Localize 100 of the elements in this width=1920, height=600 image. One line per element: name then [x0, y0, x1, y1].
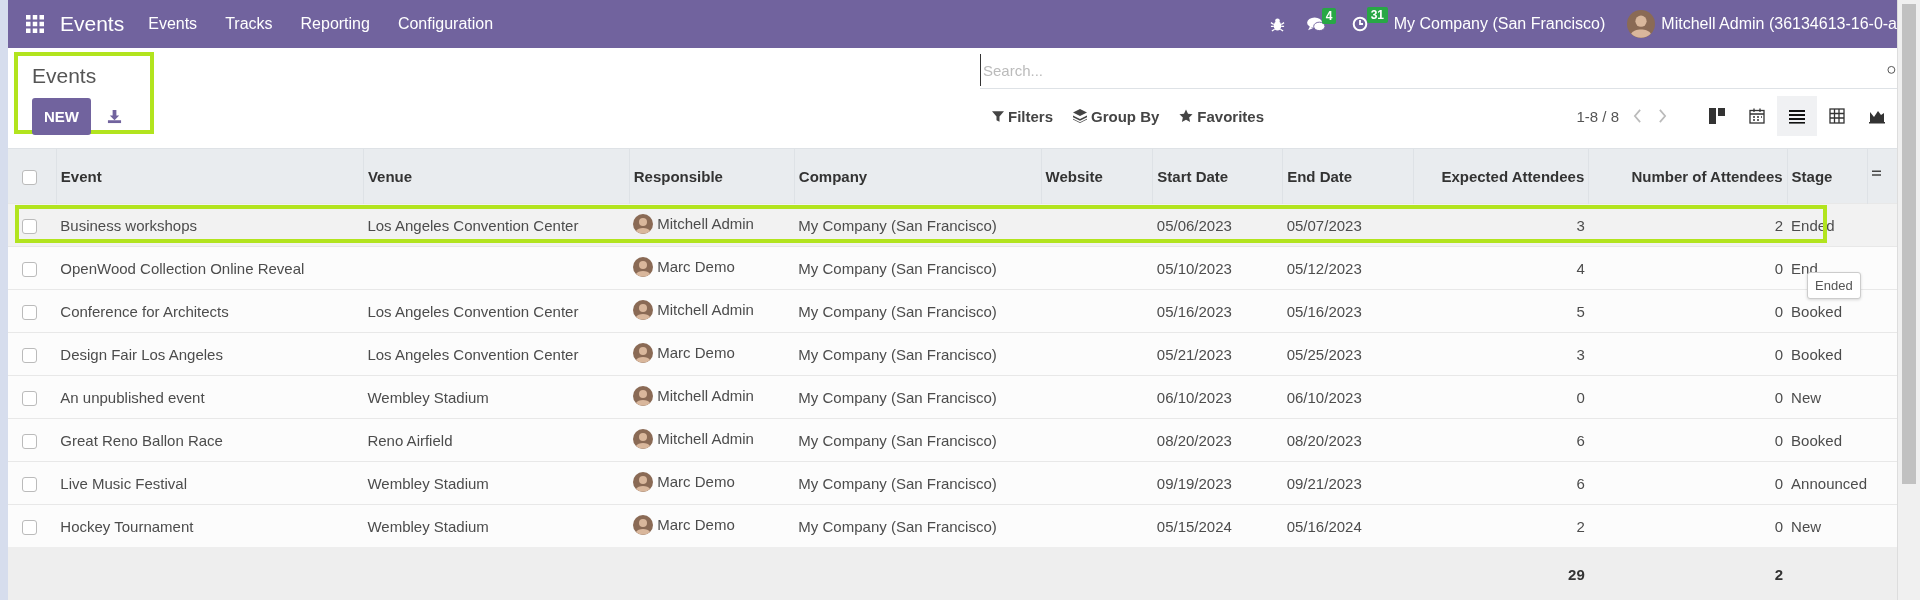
row-checkbox[interactable]: [22, 218, 37, 234]
row-checkbox[interactable]: [22, 261, 37, 277]
user-avatar: [633, 256, 654, 277]
table-row[interactable]: An unpublished event Wembley Stadium Mitchell Admin My Company (San Francisco) 06/10/2023 06/10/2023 0 0 New: [8, 375, 1906, 419]
row-checkbox[interactable]: [22, 433, 37, 449]
list-icon: [1789, 108, 1805, 124]
table-cell: 09/21/2023: [1286, 474, 1362, 492]
pager-value: 1-8 / 8: [1576, 107, 1619, 125]
column-header[interactable]: Stage: [1791, 167, 1833, 185]
menu-item[interactable]: Tracks: [225, 15, 273, 33]
table-cell: Mitchell Admin: [657, 430, 754, 447]
column-header[interactable]: Event: [60, 167, 102, 185]
table-cell: 05/06/2023: [1156, 216, 1232, 234]
table-cell: Los Angeles Convention Center: [367, 345, 579, 363]
table-cell: 06/10/2023: [1156, 388, 1232, 406]
bug-icon[interactable]: [1269, 16, 1285, 32]
filter-toggle[interactable]: Favorites: [1175, 103, 1269, 129]
count-badge: 4: [1321, 7, 1337, 24]
table-cell: OpenWood Collection Online Reveal: [60, 259, 305, 277]
menu-item[interactable]: Reporting: [300, 15, 370, 33]
table-cell: Wembley Stadium: [367, 517, 489, 535]
column-header[interactable]: Venue: [367, 167, 413, 185]
company-switcher[interactable]: My Company (San Francisco): [1393, 15, 1606, 33]
table-cell: Reno Airfield: [367, 431, 453, 449]
column-header[interactable]: Start Date: [1157, 167, 1229, 185]
grid-icon: [1829, 108, 1845, 124]
next-icon[interactable]: [1658, 109, 1667, 123]
row-checkbox[interactable]: [22, 304, 37, 320]
row-checkbox[interactable]: [22, 347, 37, 363]
table-cell: 2: [1774, 216, 1784, 234]
table-cell: An unpublished event: [60, 388, 205, 406]
table-cell: 05/16/2023: [1156, 302, 1232, 320]
app-name[interactable]: Events: [60, 12, 125, 36]
table-cell: Marc Demo: [657, 258, 735, 275]
download-icon[interactable]: [107, 109, 122, 124]
count-badge: 31: [1366, 7, 1389, 23]
table-row[interactable]: Design Fair Los Angeles Los Angeles Convention Center Marc Demo My Company (San Francisco) 05/21/2023 05/25/2023 3 0 Booked: [8, 332, 1906, 376]
view-switch-button[interactable]: [1777, 96, 1817, 136]
row-checkbox[interactable]: [22, 476, 37, 492]
filter-toggle[interactable]: Group By: [1069, 103, 1164, 129]
column-header[interactable]: Company: [798, 167, 868, 185]
table-cell: Mitchell Admin: [657, 387, 754, 404]
table-cell: 05/15/2024: [1156, 517, 1232, 535]
user-avatar: [633, 514, 654, 535]
table-cell: 2: [1576, 517, 1585, 535]
layers-icon: [1073, 109, 1087, 123]
table-cell: My Company (San Francisco): [798, 431, 997, 449]
table-cell: Wembley Stadium: [367, 474, 489, 492]
user-avatar: [633, 471, 654, 492]
table-cell: 08/20/2023: [1286, 431, 1362, 449]
table-cell: Booked: [1791, 431, 1842, 449]
table-cell: My Company (San Francisco): [798, 216, 997, 234]
table-row[interactable]: Conference for Architects Los Angeles Convention Center Mitchell Admin My Company (San Francisco) 05/16/2023 05/16/2023 5 0 Booked: [8, 289, 1906, 333]
clock-icon[interactable]: [1351, 16, 1368, 32]
table-cell: Conference for Architects: [60, 302, 229, 320]
apps-menu-icon[interactable]: [26, 15, 44, 33]
table-cell: My Company (San Francisco): [798, 474, 997, 492]
column-header[interactable]: Responsible: [633, 167, 723, 185]
table-cell: 05/12/2023: [1286, 259, 1362, 277]
menu-item[interactable]: Configuration: [397, 15, 494, 33]
table-cell: My Company (San Francisco): [798, 302, 997, 320]
total-value: 2: [1774, 565, 1784, 583]
filter-toggle[interactable]: Filters: [988, 103, 1057, 129]
table-row[interactable]: Great Reno Ballon Race Reno Airfield Mitchell Admin My Company (San Francisco) 08/20/2023 08/20/2023 6 0 Booked: [8, 418, 1906, 462]
table-cell: Los Angeles Convention Center: [367, 216, 579, 234]
row-checkbox[interactable]: [22, 390, 37, 406]
table-cell: 09/19/2023: [1156, 474, 1232, 492]
select-all-checkbox[interactable]: [22, 169, 37, 185]
table-row[interactable]: Hockey Tournament Wembley Stadium Marc Demo My Company (San Francisco) 05/15/2024 05/16/2024 2 0 New: [8, 504, 1906, 547]
menu-item[interactable]: Events: [148, 15, 198, 33]
table-cell: My Company (San Francisco): [798, 259, 997, 277]
table-cell: 6: [1576, 474, 1585, 492]
table-cell: 5: [1576, 302, 1585, 320]
calendar-icon: [1749, 108, 1765, 124]
table-cell: Business workshops: [60, 216, 198, 234]
table-cell: 05/21/2023: [1156, 345, 1232, 363]
table-cell: Wembley Stadium: [367, 388, 489, 406]
table-cell: Mitchell Admin: [657, 215, 754, 232]
table-cell: Announced: [1791, 474, 1867, 492]
table-cell: 0: [1774, 431, 1784, 449]
previous-icon[interactable]: [1633, 109, 1642, 123]
table-cell: 05/16/2024: [1286, 517, 1362, 535]
table-cell: 3: [1576, 345, 1585, 363]
table-cell: Marc Demo: [657, 344, 735, 361]
table-row[interactable]: Live Music Festival Wembley Stadium Marc Demo My Company (San Francisco) 09/19/2023 09/21/2023 6 0 Announced: [8, 461, 1906, 505]
column-header[interactable]: Website: [1045, 167, 1103, 185]
user-menu[interactable]: Mitchell Admin (36134613-16-0-a: [1661, 15, 1897, 33]
column-header[interactable]: End Date: [1287, 167, 1353, 185]
table-cell: Los Angeles Convention Center: [367, 302, 579, 320]
total-value: 29: [1568, 565, 1585, 583]
kanban-icon: [1709, 108, 1725, 124]
scrollbar-thumb[interactable]: [1902, 4, 1916, 484]
page-title: Events: [32, 64, 98, 88]
table-cell: 05/07/2023: [1286, 216, 1362, 234]
table-cell: 3: [1576, 216, 1585, 234]
table-cell: 05/25/2023: [1286, 345, 1362, 363]
new-button[interactable]: NEW: [32, 98, 91, 135]
table-cell: 0: [1774, 302, 1784, 320]
row-checkbox[interactable]: [22, 519, 37, 535]
table-cell: Hockey Tournament: [60, 517, 194, 535]
